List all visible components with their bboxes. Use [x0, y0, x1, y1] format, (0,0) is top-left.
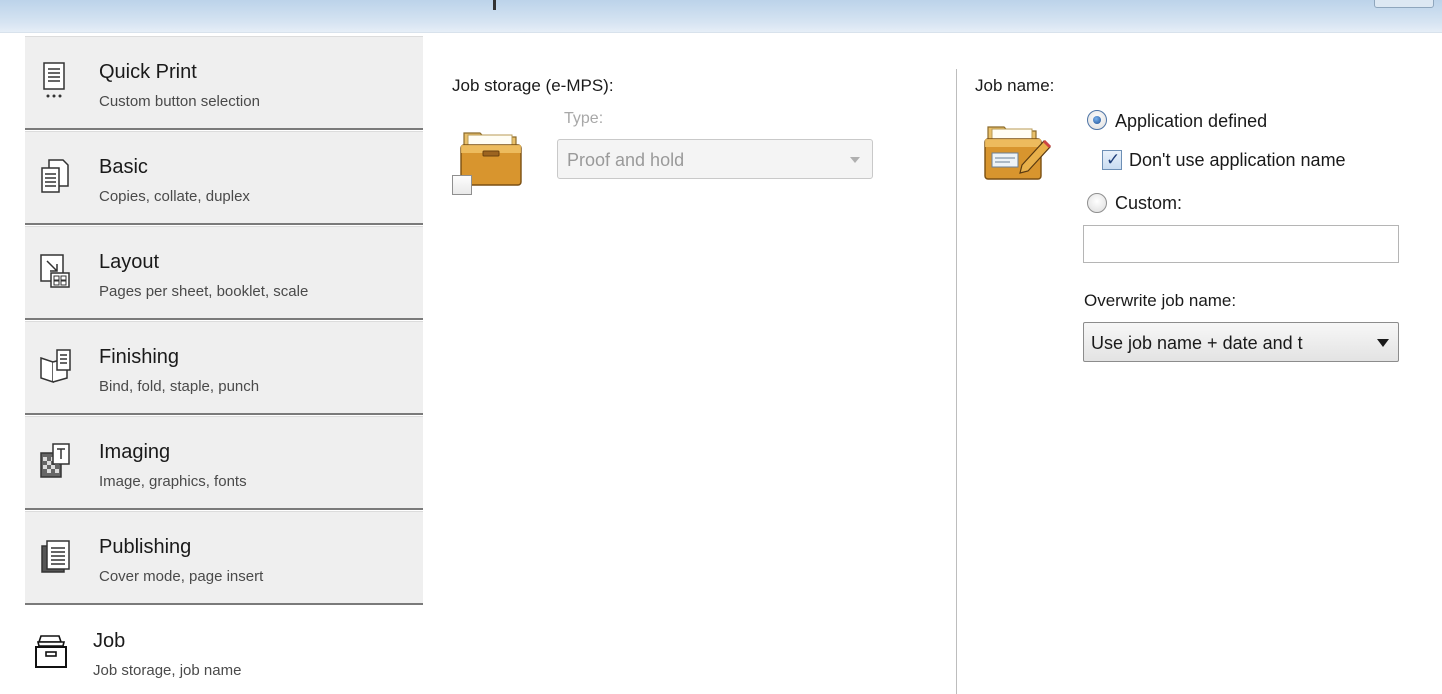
- nav-item-job[interactable]: Job Job storage, job name: [25, 606, 423, 694]
- section-divider: [956, 69, 957, 694]
- dont-use-app-name-label: Don't use application name: [1129, 150, 1346, 170]
- left-margin: [0, 33, 23, 694]
- imaging-icon: [39, 441, 71, 481]
- type-label: Type:: [564, 110, 604, 127]
- nav-item-title: Layout: [99, 251, 160, 273]
- nav-item-subtitle: Job storage, job name: [93, 662, 242, 679]
- nav-item-layout[interactable]: Layout Pages per sheet, booklet, scale: [25, 226, 423, 320]
- file-box-edit-icon: [982, 117, 1054, 194]
- custom-radio[interactable]: [1087, 193, 1107, 213]
- nav-item-subtitle: Custom button selection: [99, 93, 260, 110]
- nav-item-subtitle: Image, graphics, fonts: [99, 473, 247, 490]
- nav-item-quick-print[interactable]: Quick Print Custom button selection: [25, 36, 423, 130]
- overwrite-select-value: Use job name + date and t: [1091, 333, 1303, 353]
- job-storage-heading: Job storage (e-MPS):: [452, 76, 614, 95]
- printer-preferences-panel: Quick Print Custom button selection Basi…: [0, 33, 1442, 694]
- application-defined-label: Application defined: [1115, 111, 1268, 131]
- overwrite-job-name-select[interactable]: Use job name + date and t: [1083, 322, 1399, 362]
- nav-item-subtitle: Pages per sheet, booklet, scale: [99, 283, 309, 300]
- nav-item-title: Finishing: [99, 346, 180, 368]
- title-bar-button[interactable]: [1374, 0, 1434, 8]
- type-select-value: Proof and hold: [567, 150, 685, 170]
- nav-item-subtitle: Copies, collate, duplex: [99, 188, 250, 205]
- overwrite-job-name-label: Overwrite job name:: [1084, 291, 1237, 310]
- layout-icon: [39, 251, 71, 291]
- chevron-down-icon: [850, 157, 860, 163]
- publishing-icon: [39, 536, 71, 576]
- application-defined-radio[interactable]: [1087, 110, 1107, 130]
- job-storage-type-select[interactable]: Proof and hold: [557, 139, 873, 179]
- chevron-down-icon: [1377, 339, 1389, 347]
- nav-item-title: Imaging: [99, 441, 171, 463]
- job-tray-icon: [33, 632, 67, 672]
- nav-item-title: Quick Print: [99, 61, 197, 83]
- nav-item-imaging[interactable]: Imaging Image, graphics, fonts: [25, 416, 423, 510]
- nav-item-publishing[interactable]: Publishing Cover mode, page insert: [25, 511, 423, 605]
- nav-item-finishing[interactable]: Finishing Bind, fold, staple, punch: [25, 321, 423, 415]
- title-bar-mark: [493, 0, 496, 10]
- nav-item-subtitle: Cover mode, page insert: [99, 568, 264, 585]
- nav-item-basic[interactable]: Basic Copies, collate, duplex: [25, 131, 423, 225]
- nav-item-title: Basic: [99, 156, 148, 178]
- custom-label: Custom:: [1115, 193, 1183, 213]
- custom-job-name-input[interactable]: [1083, 225, 1399, 263]
- title-bar: [0, 0, 1442, 33]
- job-storage-checkbox[interactable]: [452, 175, 472, 195]
- nav-item-subtitle: Bind, fold, staple, punch: [99, 378, 260, 395]
- nav-item-title: Job: [93, 630, 126, 652]
- job-name-heading: Job name:: [975, 76, 1055, 95]
- dont-use-app-name-checkbox[interactable]: [1102, 150, 1122, 170]
- nav-item-title: Publishing: [99, 536, 192, 558]
- finishing-icon: [39, 346, 71, 386]
- quick-print-icon: [39, 61, 71, 101]
- basic-document-icon: [39, 156, 71, 196]
